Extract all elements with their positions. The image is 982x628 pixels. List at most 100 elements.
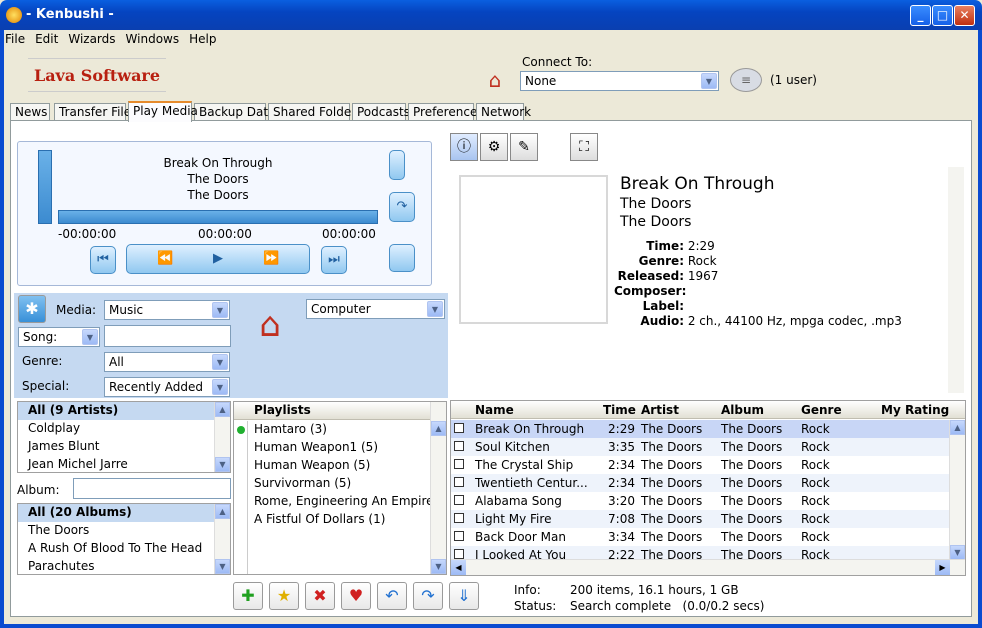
album-scrollbar[interactable]: ▲ ▼ [214,504,230,574]
track-rating[interactable] [876,456,951,474]
menu-edit[interactable]: Edit [30,30,63,46]
checkbox[interactable] [454,423,464,433]
album-input[interactable] [73,478,231,499]
tab-podcasts[interactable]: Podcasts [352,103,410,121]
table-row[interactable]: The Crystal Ship 2:34 The Doors The Doors Ro… [451,456,951,474]
stop-button[interactable] [389,244,415,272]
scroll-left-arrow[interactable]: ◀ [451,560,466,575]
rewind-button[interactable]: ⏪ [157,251,173,266]
track-scrollbar[interactable]: ▲ ▼ [949,420,965,560]
next-button[interactable]: ⏭ [321,246,347,274]
checkbox[interactable] [454,441,464,451]
favorite-icon[interactable]: ♥ [341,582,371,610]
track-rating[interactable] [876,474,951,492]
column-header[interactable]: Genre [801,403,842,417]
playlist-item[interactable]: Human Weapon1 (5) [248,439,432,457]
row-checkbox[interactable] [451,492,472,510]
row-checkbox[interactable] [451,510,472,528]
menu-file[interactable]: File [0,30,30,46]
playlist-header[interactable]: Playlists [234,402,446,420]
connect-select[interactable]: None ▼ [520,71,719,91]
info-icon[interactable]: ⓘ [450,133,478,161]
column-header[interactable]: Name [475,403,514,417]
redo-icon[interactable]: ↷ [413,582,443,610]
row-checkbox[interactable] [451,456,472,474]
checkbox[interactable] [454,495,464,505]
row-checkbox[interactable] [451,420,472,438]
list-item[interactable]: The Doors [18,522,230,540]
tab-network[interactable]: Network [476,103,531,121]
row-checkbox[interactable] [451,474,472,492]
table-row[interactable]: Alabama Song 3:20 The Doors The Doors Rock [451,492,951,510]
media-select[interactable]: Music ▼ [104,300,230,320]
playlist-item[interactable]: Rome, Engineering An Empire (2 [248,493,446,511]
checkbox[interactable] [454,513,464,523]
column-header[interactable]: My Rating [881,403,949,417]
chat-icon[interactable]: ≡ [730,68,762,92]
checkbox[interactable] [454,549,464,559]
list-item[interactable]: All (20 Albums) [18,504,230,522]
table-row[interactable]: Soul Kitchen 3:35 The Doors The Doors Rock [451,438,951,456]
download-icon[interactable]: ⇓ [449,582,479,610]
tab-news[interactable]: News [10,103,50,121]
track-rating[interactable] [876,510,951,528]
list-item[interactable]: James Blunt [18,438,230,456]
track-hscrollbar[interactable]: ◀ ▶ [451,559,965,575]
settings-icon[interactable]: ⚙ [480,133,508,161]
column-header[interactable]: Artist [641,403,679,417]
eject-icon[interactable] [389,150,405,180]
table-row[interactable]: Break On Through 2:29 The Doors The Doors Ro… [451,420,951,438]
detail-scrollbar[interactable] [948,167,964,393]
list-item[interactable]: Jean Michel Jarre [18,456,230,472]
search-input[interactable] [104,325,231,347]
special-select[interactable]: Recently Added ▼ [104,377,230,397]
menu-help[interactable]: Help [184,30,221,46]
maximize-button[interactable]: □ [932,5,953,26]
progress-bar[interactable] [58,210,378,224]
close-button[interactable]: ✕ [954,5,975,26]
fullscreen-icon[interactable]: ⛶ [570,133,598,161]
undo-icon[interactable]: ↶ [377,582,407,610]
delete-icon[interactable]: ✖ [305,582,335,610]
tab-transfer-files[interactable]: Transfer Files [54,103,137,121]
checkbox[interactable] [454,477,464,487]
add-icon[interactable]: ✚ [233,582,263,610]
play-button[interactable]: ▶ [213,251,223,266]
playlist-item[interactable]: A Fistful Of Dollars (1) [248,511,432,529]
list-item[interactable]: A Rush Of Blood To The Head [18,540,230,558]
track-rating[interactable] [876,528,951,546]
tab-shared-folders[interactable]: Shared Folders [268,103,362,121]
previous-button[interactable]: ⏮ [90,246,116,274]
list-item[interactable]: All (9 Artists) [18,402,230,420]
checkbox[interactable] [454,531,464,541]
source-select[interactable]: Computer ▼ [306,299,445,319]
tab-backup-data[interactable]: Backup Data [194,103,275,121]
checkbox[interactable] [454,459,464,469]
volume-slider[interactable] [38,150,52,224]
table-row[interactable]: Twentieth Centur... 2:34 The Doors The Door… [451,474,951,492]
artist-list[interactable]: All (9 Artists) Coldplay James Blunt Jea… [17,401,231,473]
star-icon[interactable]: ★ [269,582,299,610]
tab-play-media[interactable]: Play Media [128,101,198,122]
album-list[interactable]: All (20 Albums) The Doors A Rush Of Bloo… [17,503,231,575]
table-row[interactable]: Light My Fire 7:08 The Doors The Doors Rock [451,510,951,528]
minimize-button[interactable]: _ [910,5,931,26]
column-header[interactable]: Time [603,403,636,417]
playlist-item[interactable]: Hamtaro (3) [248,421,432,439]
column-header[interactable]: Album [721,403,764,417]
snowflake-icon[interactable]: ✱ [18,295,46,323]
playlist-item[interactable]: Human Weapon (5) [248,457,432,475]
list-item[interactable]: Parachutes [18,558,230,574]
tab-preferences[interactable]: Preferences [408,103,484,121]
fast-forward-button[interactable]: ⏩ [263,251,279,266]
menu-wizards[interactable]: Wizards [63,30,120,46]
row-checkbox[interactable] [451,528,472,546]
track-rating[interactable] [876,438,951,456]
repeat-icon[interactable]: ↷ [389,192,415,222]
home-network-icon[interactable]: ⌂ [480,68,510,96]
track-rating[interactable] [876,492,951,510]
genre-select[interactable]: All ▼ [104,352,230,372]
artist-scrollbar[interactable]: ▲ ▼ [214,402,230,472]
scroll-right-arrow[interactable]: ▶ [935,560,950,575]
track-rating[interactable] [876,420,951,438]
